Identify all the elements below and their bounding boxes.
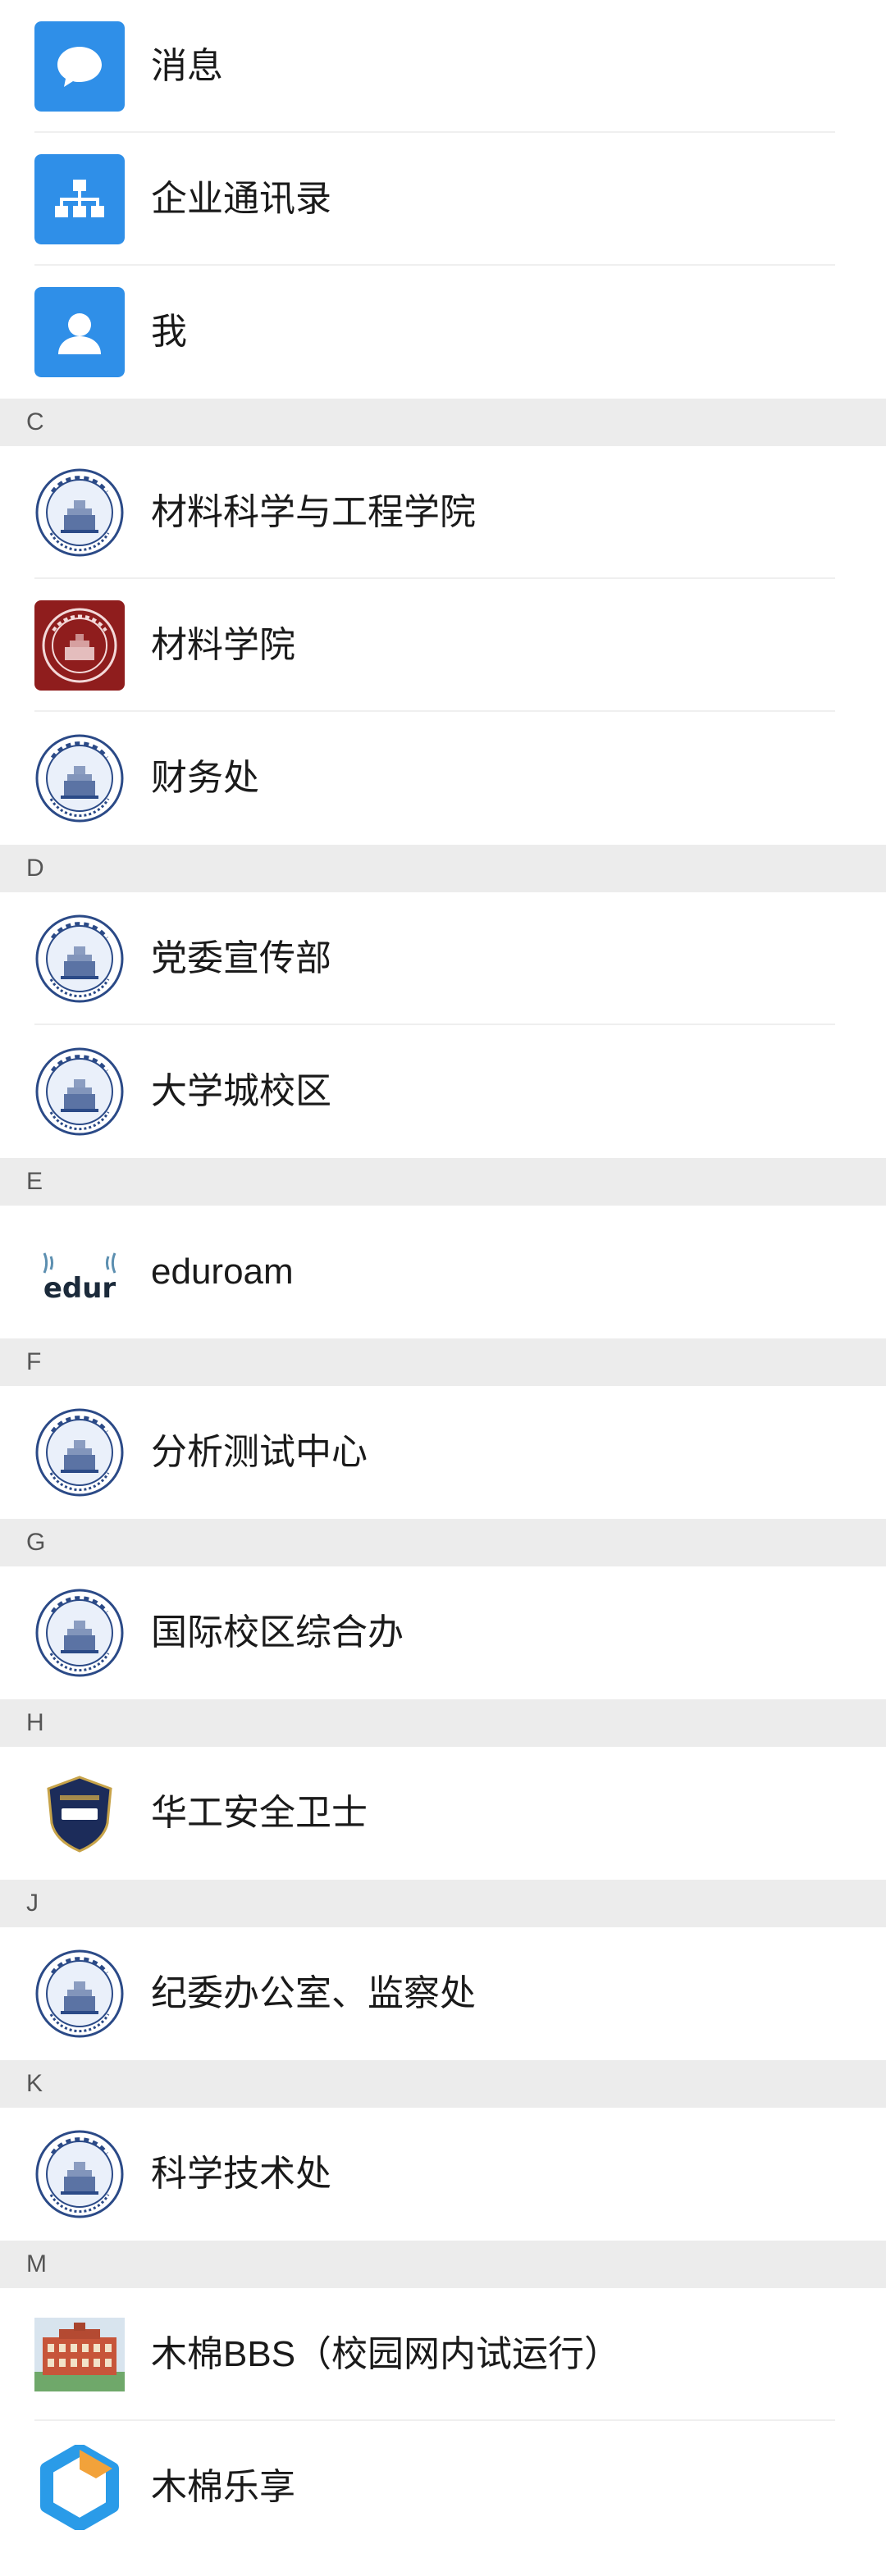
section-header: H (0, 1699, 886, 1747)
list-item-label: 财务处 (151, 758, 259, 798)
list-item[interactable]: 华工安全卫士 (0, 1747, 886, 1880)
list-item-label: 材料学院 (151, 625, 295, 665)
list-item-label: 我 (151, 312, 187, 352)
list-item[interactable]: 纪委办公室、监察处 (0, 1927, 886, 2060)
list-item-label: 材料科学与工程学院 (151, 492, 476, 532)
university-seal-icon (34, 2129, 125, 2219)
list-item[interactable]: edur eduroam (0, 1206, 886, 1338)
list-item[interactable]: 材料学院 (0, 579, 886, 712)
section-header: C (0, 399, 886, 446)
university-seal-icon (34, 467, 125, 558)
university-seal-icon (34, 914, 125, 1004)
section-header: G (0, 1519, 886, 1566)
university-seal-icon (34, 1949, 125, 2039)
list-item[interactable]: 我 (0, 266, 886, 399)
university-seal-icon (34, 1588, 125, 1678)
svg-text:edur: edur (43, 1272, 116, 1305)
list-item-label: 国际校区综合办 (151, 1612, 404, 1653)
list-item[interactable]: 木棉BBS（校园网内试运行） (0, 2288, 886, 2421)
list-item[interactable]: 财务处 (0, 712, 886, 845)
section-header: J (0, 1880, 886, 1927)
list-item[interactable]: 木棉乐享 (0, 2421, 886, 2554)
hexagon-logo-icon (34, 2442, 125, 2533)
list-item-label: 分析测试中心 (151, 1432, 368, 1472)
contact-list: 消息 企业通讯录 我 C 材料科学与工程学院 材料学院 财务处 D 党委宣传部 大… (0, 0, 886, 2554)
section-header: E (0, 1158, 886, 1206)
list-item[interactable]: 消息 (0, 0, 886, 133)
section-header: K (0, 2060, 886, 2108)
list-item-label: 党委宣传部 (151, 938, 331, 978)
list-item-label: 大学城校区 (151, 1071, 331, 1111)
university-seal-icon (34, 1046, 125, 1137)
list-item-label: 华工安全卫士 (151, 1793, 368, 1833)
section-header: F (0, 1338, 886, 1386)
list-item[interactable]: 国际校区综合办 (0, 1566, 886, 1699)
campus-building-icon (34, 2309, 125, 2400)
org-chart-icon (34, 154, 125, 244)
list-item-label: 木棉乐享 (151, 2467, 295, 2507)
list-item[interactable]: 分析测试中心 (0, 1386, 886, 1519)
university-seal-icon (34, 733, 125, 823)
list-item[interactable]: 党委宣传部 (0, 892, 886, 1025)
list-item-label: 科学技术处 (151, 2154, 331, 2194)
red-seal-icon (34, 600, 125, 691)
security-shield-icon (34, 1768, 125, 1858)
list-item-label: 企业通讯录 (151, 179, 331, 219)
list-item-label: 纪委办公室、监察处 (151, 1973, 476, 2013)
person-icon (34, 287, 125, 377)
list-item[interactable]: 材料科学与工程学院 (0, 446, 886, 579)
chat-bubble-icon (34, 21, 125, 112)
list-item[interactable]: 大学城校区 (0, 1025, 886, 1158)
list-item-label: eduroam (151, 1252, 294, 1292)
list-item-label: 消息 (151, 46, 223, 86)
list-item-label: 木棉BBS（校园网内试运行） (151, 2334, 621, 2374)
section-header: D (0, 845, 886, 892)
list-item[interactable]: 企业通讯录 (0, 133, 886, 266)
section-header: M (0, 2241, 886, 2288)
university-seal-icon (34, 1407, 125, 1498)
eduroam-logo-icon: edur (34, 1227, 125, 1317)
list-item[interactable]: 科学技术处 (0, 2108, 886, 2241)
